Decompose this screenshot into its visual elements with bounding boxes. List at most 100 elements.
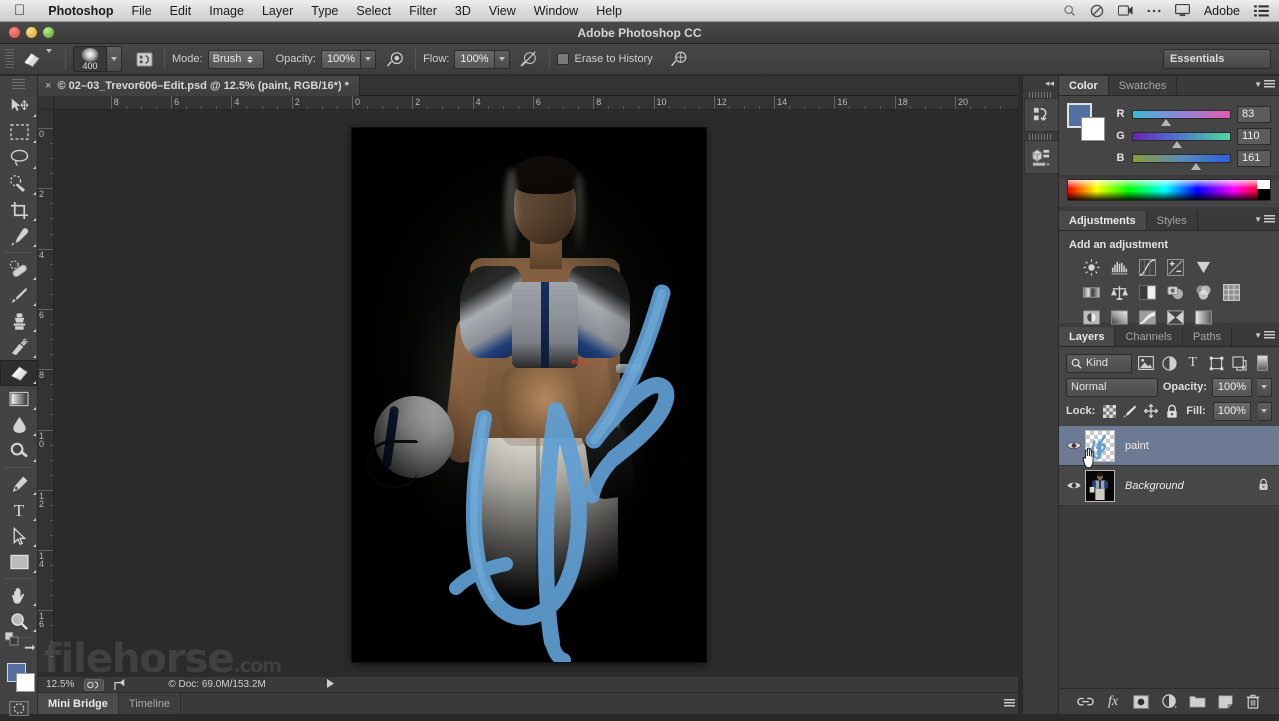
filter-shape-icon[interactable] [1207,354,1225,373]
layers-panel-menu-icon[interactable]: ▼ [1254,331,1275,340]
ruler-corner[interactable] [38,96,54,110]
layer-name-background[interactable]: Background [1125,480,1258,492]
close-icon[interactable]: × [45,80,51,92]
ellipsis-icon[interactable] [1140,8,1168,14]
adjustments-panel-menu-icon[interactable]: ▼ [1254,215,1275,224]
color-spectrum-ramp[interactable] [1067,179,1271,201]
toolbox-grip[interactable] [12,79,25,91]
tab-adjustments[interactable]: Adjustments [1059,211,1147,230]
brightness-contrast-icon[interactable] [1081,257,1101,277]
workspace-selector[interactable]: Essentials [1163,49,1271,69]
flow-dropdown-button[interactable] [495,50,510,69]
new-layer-icon[interactable] [1216,693,1234,711]
path-selection-tool[interactable] [0,523,38,549]
layer-visibility-toggle-paint[interactable] [1063,440,1085,451]
filter-pixel-icon[interactable] [1137,354,1155,373]
zoom-tool[interactable] [0,608,38,634]
crop-tool[interactable] [0,197,38,223]
apple-icon[interactable]:  [14,3,25,18]
document-tab[interactable]: × © 02–03_Trevor606–Edit.psd @ 12.5% (pa… [38,76,360,96]
canvas-area[interactable]: Riddell [54,110,1018,672]
channel-b-knob[interactable] [1191,163,1201,170]
background-color-swatch[interactable] [16,673,35,692]
lock-all-icon[interactable] [1165,404,1179,419]
blend-mode-select[interactable]: Normal [1066,378,1158,397]
quick-selection-tool[interactable] [0,171,38,197]
share-icon[interactable] [114,678,128,691]
menu-item-type[interactable]: Type [302,0,347,22]
flow-input[interactable]: 100% [454,50,494,69]
color-panel-swatches[interactable] [1067,103,1107,141]
menu-item-view[interactable]: View [480,0,525,22]
brush-tool[interactable] [0,282,38,308]
tab-color[interactable]: Color [1059,76,1109,95]
tablet-pressure-icon[interactable] [516,48,542,70]
horizontal-ruler[interactable]: 864202468101214161820 [54,96,1018,110]
fill-dropdown-button[interactable] [1258,402,1272,421]
mode-select[interactable]: Brush [208,50,264,69]
spotlight-icon[interactable] [1056,4,1083,17]
menu-item-photoshop[interactable]: Photoshop [39,0,122,22]
layer-visibility-toggle-background[interactable] [1063,480,1085,491]
layer-opacity-dropdown-button[interactable] [1257,378,1272,397]
lasso-tool[interactable] [0,145,38,171]
menu-item-filter[interactable]: Filter [400,0,446,22]
maximize-window-button[interactable] [43,27,54,38]
window-controls[interactable] [9,27,54,38]
history-panel-icon[interactable] [1024,98,1059,132]
brush-preset-dropdown-button[interactable] [107,46,122,72]
menu-item-3d[interactable]: 3D [446,0,480,22]
creative-cloud-icon[interactable] [1083,4,1111,18]
posterize-icon[interactable] [1109,307,1129,327]
spot-healing-brush-tool[interactable] [0,256,38,282]
tab-paths[interactable]: Paths [1183,327,1232,346]
tab-swatches[interactable]: Swatches [1109,76,1178,95]
menu-item-window[interactable]: Window [525,0,587,22]
clone-stamp-tool[interactable] [0,308,38,334]
color-panel-background-swatch[interactable] [1081,117,1105,141]
gradient-map-icon[interactable] [1193,307,1213,327]
adobe-brand-label[interactable]: Adobe [1197,4,1247,18]
menu-item-image[interactable]: Image [200,0,253,22]
filter-smart-object-icon[interactable] [1230,354,1248,373]
erase-to-history-checkbox[interactable] [557,53,569,65]
list-icon[interactable] [1247,5,1279,17]
eraser-tool-icon[interactable] [18,48,44,70]
spectrum-black-swatch[interactable] [1257,189,1270,200]
exposure-icon[interactable] [1165,257,1185,277]
tab-timeline[interactable]: Timeline [119,693,181,714]
collapse-panels-icon[interactable]: ◂◂ [1023,76,1058,90]
hue-saturation-icon[interactable] [1081,282,1101,302]
display-icon[interactable] [1168,4,1197,17]
curves-icon[interactable] [1137,257,1157,277]
quick-mask-button[interactable] [0,695,38,721]
swap-colors-icon[interactable] [23,643,36,659]
eyedropper-tool[interactable] [0,223,38,249]
layer-row-background[interactable]: Background [1059,466,1279,506]
menu-item-select[interactable]: Select [347,0,400,22]
levels-icon[interactable] [1109,257,1129,277]
channel-b-slider[interactable] [1132,154,1231,163]
dodge-tool[interactable] [0,438,38,464]
pressure-size-icon[interactable] [666,48,692,70]
status-menu-arrow-icon[interactable] [326,679,335,691]
menu-item-help[interactable]: Help [587,0,631,22]
black-white-icon[interactable] [1137,282,1157,302]
layer-style-fx-icon[interactable]: fx [1104,693,1122,711]
blur-tool[interactable] [0,412,38,438]
brush-preset-picker[interactable]: 400 [73,46,107,72]
screen-record-icon[interactable] [1111,5,1140,16]
selective-color-icon[interactable] [1165,307,1185,327]
rectangular-marquee-tool[interactable] [0,119,38,145]
link-layers-icon[interactable] [1076,693,1094,711]
add-layer-mask-icon[interactable] [1132,693,1150,711]
properties-panel-icon[interactable] [1024,140,1059,174]
tab-layers[interactable]: Layers [1059,327,1115,346]
layer-thumbnail-paint[interactable] [1085,430,1115,462]
channel-r-slider[interactable] [1132,110,1231,119]
gradient-tool[interactable] [0,386,38,412]
default-colors-icon[interactable] [5,632,19,646]
filter-type-icon[interactable]: T [1184,354,1202,373]
channel-g-knob[interactable] [1172,141,1182,148]
threshold-icon[interactable] [1137,307,1157,327]
